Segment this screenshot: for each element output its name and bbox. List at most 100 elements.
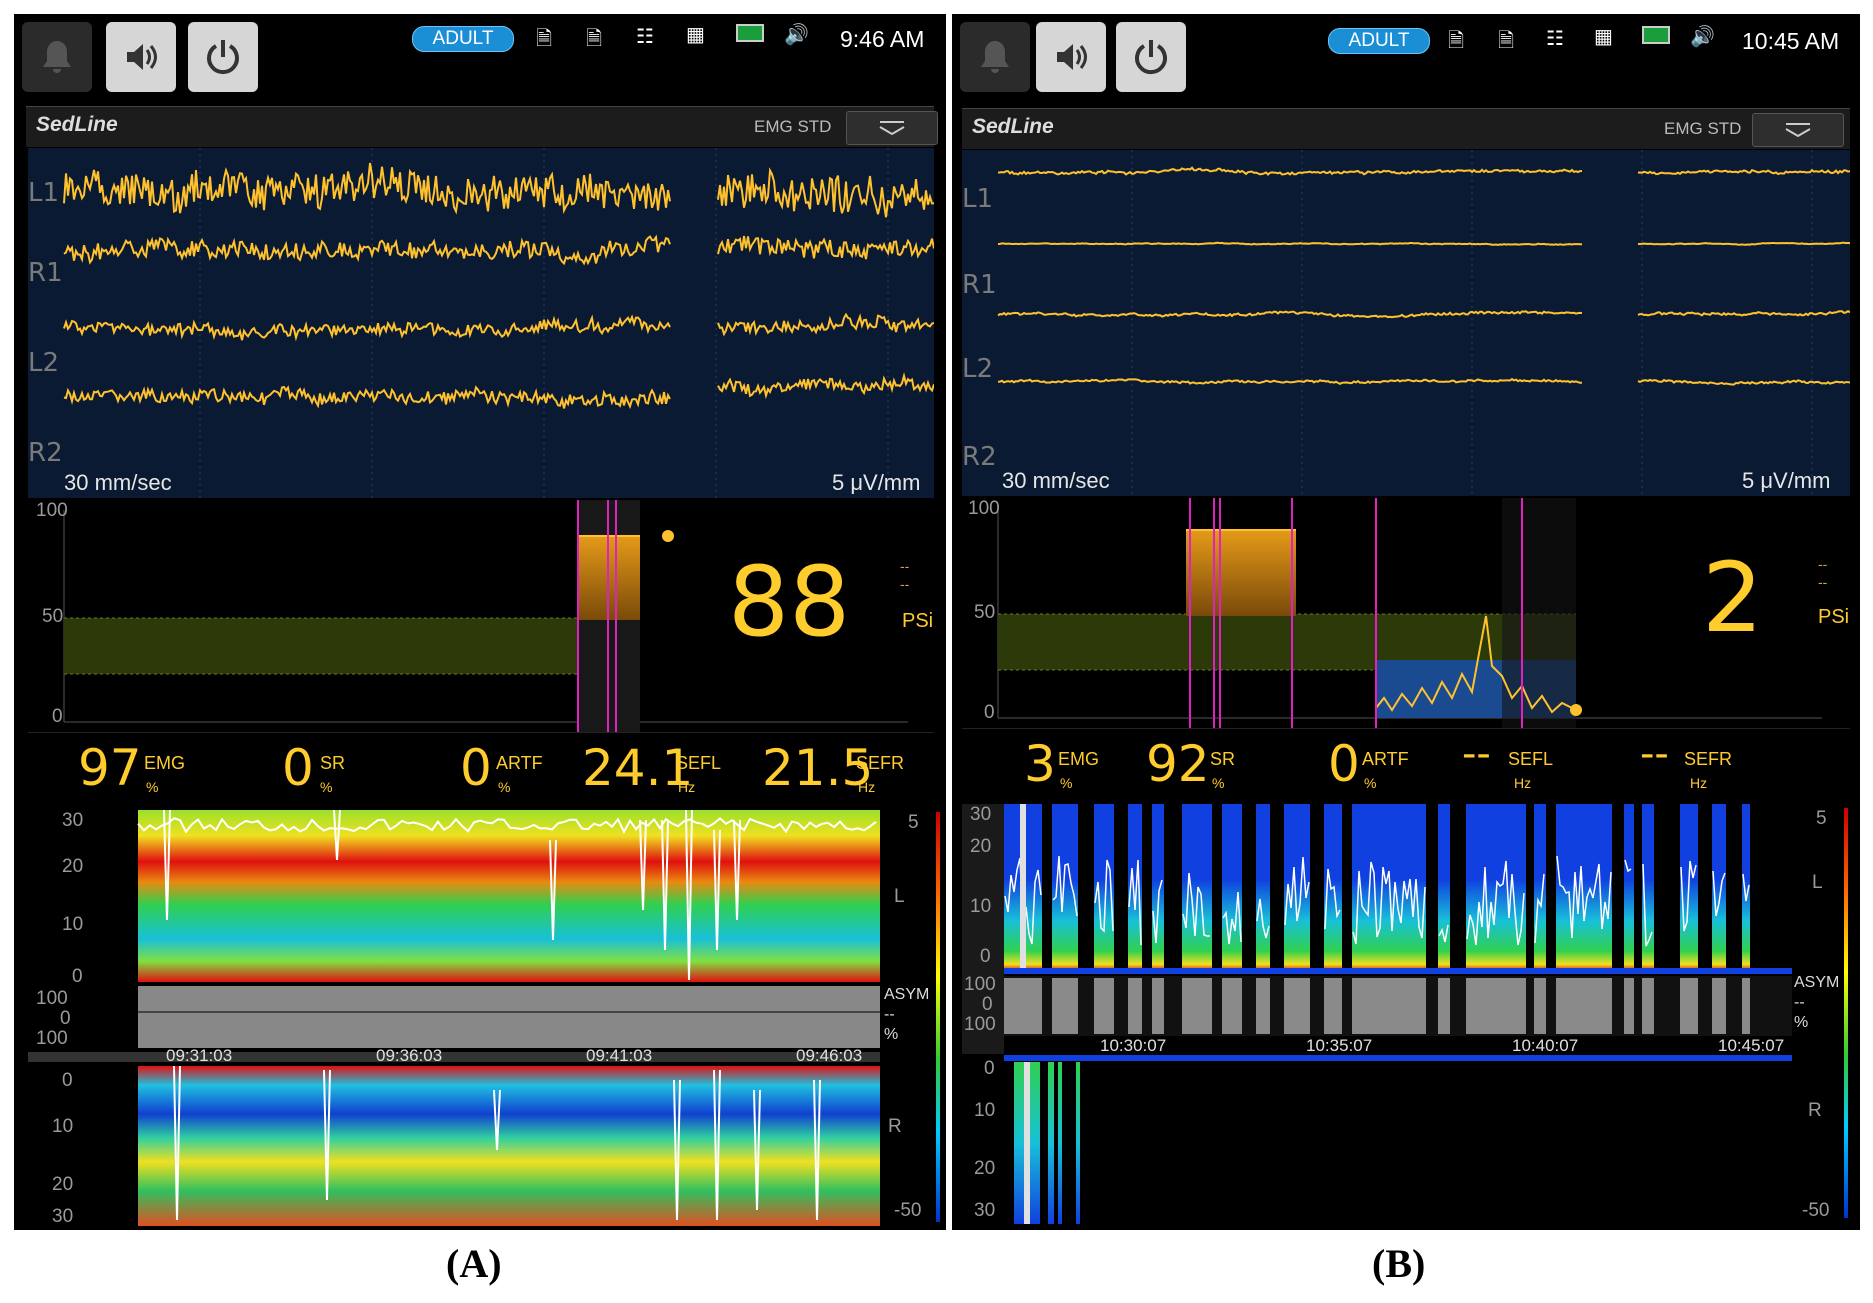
sefr-unit: Hz xyxy=(858,779,876,795)
emg-unit: % xyxy=(146,779,159,795)
psi-value: 88 xyxy=(728,546,851,658)
asym-strip xyxy=(1438,978,1450,1034)
asym-strip xyxy=(1556,978,1612,1034)
color-scale xyxy=(936,812,940,1222)
asym-axis-label: 100 xyxy=(36,1028,68,1049)
sefl-label: SEFL xyxy=(1508,749,1554,769)
dsa-strip xyxy=(1438,804,1450,971)
alarm-bell-button[interactable] xyxy=(960,22,1030,92)
asym-strip xyxy=(1534,978,1546,1034)
asym-strip xyxy=(1324,978,1342,1034)
asym-value: -- xyxy=(1794,994,1805,1011)
psi-axis-label: 0 xyxy=(52,706,63,727)
sensitivity: 5 μV/mm xyxy=(1742,468,1831,493)
channel-label: R2 xyxy=(962,442,997,472)
artf-label: ARTF xyxy=(1362,749,1409,769)
scale-top: 5 xyxy=(908,812,919,833)
dsa-axis-label: 30 xyxy=(62,810,84,831)
artf-value: 0 xyxy=(1328,735,1360,793)
patient-record-2-icon[interactable]: 🗎 xyxy=(1498,26,1514,60)
asym-strip xyxy=(1466,978,1526,1034)
parameter-row: 3 EMG % 92 SR % 0 ARTF % -- SEFL Hz -- S… xyxy=(962,728,1850,797)
asym-strip xyxy=(1284,978,1310,1034)
side-right-label: R xyxy=(1808,1100,1822,1121)
asym-strip xyxy=(1152,978,1164,1034)
volume-icon[interactable]: 🔊 xyxy=(1690,24,1715,49)
sefr-value: -- xyxy=(1640,731,1669,777)
scale-top: 5 xyxy=(1816,808,1827,829)
color-scale xyxy=(1844,808,1848,1218)
sefr-label: SEFR xyxy=(856,753,905,773)
power-button[interactable] xyxy=(1116,22,1186,92)
caption-a: (A) xyxy=(446,1241,502,1286)
network-icon[interactable]: ☷ xyxy=(1546,26,1564,51)
brand-title: SedLine xyxy=(972,115,1054,138)
power-button[interactable] xyxy=(188,22,258,92)
sr-label: SR xyxy=(320,753,346,773)
asym-strip xyxy=(1004,978,1042,1034)
eeg-trace xyxy=(997,166,1583,176)
time-label: 09:41:03 xyxy=(586,1046,653,1065)
psi-axis-label: 0 xyxy=(984,702,995,723)
emg-label: EMG xyxy=(1058,749,1100,769)
sr-unit: % xyxy=(320,779,333,795)
bell-icon xyxy=(43,41,71,73)
network-icon[interactable]: ☷ xyxy=(636,24,654,49)
sensitivity: 5 μV/mm xyxy=(832,470,921,495)
eeg-trace-tail xyxy=(717,312,935,337)
clock: 10:45 AM xyxy=(1742,28,1840,54)
grid-icon[interactable]: ▦ xyxy=(1594,24,1613,49)
mode-badge[interactable]: ADULT xyxy=(1328,28,1430,54)
sr-unit: % xyxy=(1212,775,1225,791)
asym-axis-label: 100 xyxy=(36,988,68,1009)
channel-label: R1 xyxy=(962,270,997,300)
channel-label: L2 xyxy=(962,354,994,384)
dsa-area: 30 20 10 0 100 0 100 09:31:03 09:36:03 0… xyxy=(14,800,946,1230)
sweep-speed: 30 mm/sec xyxy=(1002,468,1110,493)
dsa-strip xyxy=(1222,804,1242,971)
dsa-spectrogram xyxy=(28,809,880,1226)
caption-b: (B) xyxy=(1372,1241,1426,1286)
volume-icon[interactable]: 🔊 xyxy=(784,22,809,47)
dsa-axis-label: 0 xyxy=(62,1070,73,1091)
view-dropdown[interactable] xyxy=(846,111,938,145)
battery-icon xyxy=(736,24,764,48)
time-label: 09:31:03 xyxy=(166,1046,233,1065)
asym-strip xyxy=(1712,978,1726,1034)
emg-mode: EMG STD xyxy=(754,117,832,136)
audio-button[interactable] xyxy=(106,22,176,92)
asym-axis-label: 0 xyxy=(982,994,993,1015)
artf-unit: % xyxy=(1364,775,1377,791)
psi-axis-label: 50 xyxy=(974,602,996,623)
eeg-trace xyxy=(63,314,671,342)
asym-strip xyxy=(1352,978,1426,1034)
psi-axis-label: 50 xyxy=(42,606,64,627)
dsa-strip xyxy=(1256,804,1270,971)
mode-badge[interactable]: ADULT xyxy=(412,26,514,52)
grid-icon[interactable]: ▦ xyxy=(686,22,705,47)
audio-button[interactable] xyxy=(1036,22,1106,92)
dsa-strip xyxy=(1058,1062,1062,1224)
patient-record-2-icon[interactable]: 🗎 xyxy=(586,24,602,58)
patient-record-1-icon[interactable]: 🗎 xyxy=(1448,26,1464,60)
dropdown-chevron-icon xyxy=(1785,123,1811,138)
artf-value: 0 xyxy=(460,739,492,797)
right-dsa xyxy=(138,1066,880,1226)
sefr-unit: Hz xyxy=(1690,775,1708,791)
view-dropdown[interactable] xyxy=(1752,113,1844,147)
channel-label: R2 xyxy=(28,438,63,468)
power-icon xyxy=(207,40,239,75)
eeg-trace xyxy=(997,377,1583,386)
patient-record-1-icon[interactable]: 🗎 xyxy=(536,24,552,58)
psi-dash: -- xyxy=(900,558,910,574)
psi-dash: -- xyxy=(1818,556,1828,572)
alarm-bell-button[interactable] xyxy=(22,22,92,92)
artf-unit: % xyxy=(498,779,511,795)
brand-title: SedLine xyxy=(36,113,118,136)
speaker-icon xyxy=(1057,44,1087,70)
dsa-axis-label: 20 xyxy=(974,1158,996,1179)
eeg-trace xyxy=(63,234,671,266)
battery-icon xyxy=(1642,26,1670,50)
psi-trend-area: 100 50 0 88 -- -- PSi xyxy=(28,500,934,732)
dsa-strip xyxy=(1624,804,1634,971)
